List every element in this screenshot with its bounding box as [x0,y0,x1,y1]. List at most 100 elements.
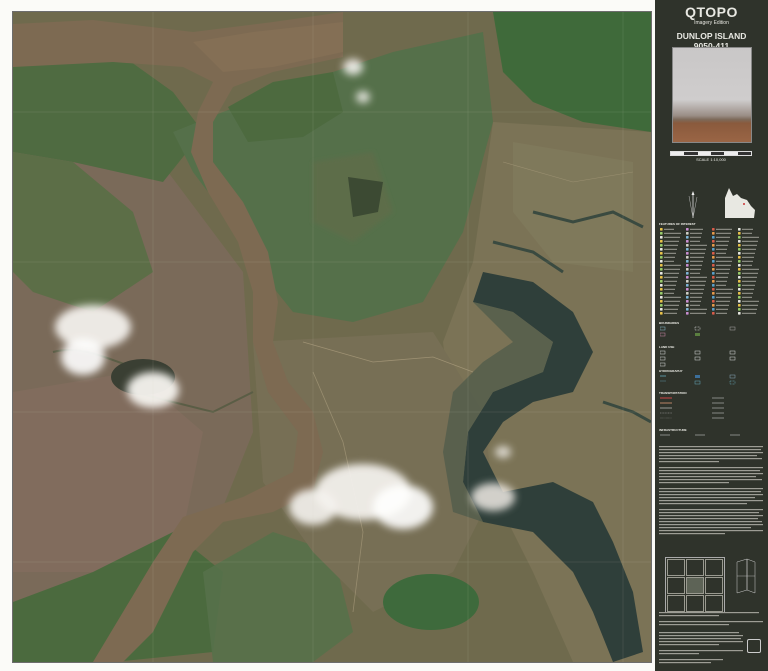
legend-symbol-icon [686,280,689,283]
legend-symbol-icon [738,248,741,251]
legend-symbol-icon [686,232,689,235]
legend-heading-boundaries: BOUNDARIES [659,321,680,325]
legend-symbol-icon [738,312,741,315]
legend-symbol-icon [660,304,663,307]
legend-text-line [664,268,680,270]
legend-symbols-land-use [660,350,736,367]
legend-text-line [664,308,678,310]
legend-text-line [690,244,707,246]
sheet-layout-diagram-icon [736,558,756,594]
legend-text-line [664,280,677,282]
legend-text-line [716,276,728,278]
legend-symbol-icon [660,272,663,275]
legend-text-line [742,288,754,290]
legend-symbol-icon [686,276,689,279]
legend-symbol-icon [738,292,741,295]
legend-text-line [664,256,675,258]
legend-symbol-icon [686,304,689,307]
legend-symbol-icon [738,304,741,307]
map-sheet: QTOPO Imagery Edition DUNLOP ISLAND 9050… [0,0,768,671]
legend-symbols-boundaries [660,326,736,337]
adjoining-sheets-index [665,557,725,613]
legend-text-line [690,256,704,258]
legend-text-line [716,308,728,310]
legend-symbol-icon [660,240,663,243]
legend-symbol-icon [660,296,663,299]
legend-symbol-icon [660,260,663,263]
map-legend-panel: QTOPO Imagery Edition DUNLOP ISLAND 9050… [655,0,768,671]
legend-text-line [690,308,707,310]
legend-text-line [742,236,759,238]
legend-text-line [716,244,728,246]
legend-symbol-icon [712,280,715,283]
legend-text-line [742,240,758,242]
legend-text-line [664,300,680,302]
legend-text-line [690,312,706,314]
legend-text-line [742,256,754,258]
map-image[interactable] [12,11,652,663]
legend-symbol-icon [660,228,663,231]
legend-text-line [664,288,675,290]
legend-text-line [742,300,759,302]
legend-symbol-icon [686,244,689,247]
legend-symbol-icon [738,232,741,235]
legend-symbol-icon [738,228,741,231]
legend-text-line [742,248,756,250]
legend-symbol-icon [712,276,715,279]
legend-symbol-icon [660,288,663,291]
edition-label: Imagery Edition [694,20,729,26]
legend-symbol-icon [738,284,741,287]
legend-text-line [716,300,730,302]
legend-symbol-icon [660,232,663,235]
government-crest-icon [747,639,761,653]
legend-text-line [716,288,733,290]
legend-symbol-icon [712,308,715,311]
legend-symbol-icon [686,260,689,263]
legend-text-line [742,272,758,274]
legend-text-line [742,276,757,278]
legend-text-line [690,240,700,242]
legend-text-line [742,304,758,306]
legend-text-line [664,312,677,314]
legend-text-line [716,252,726,254]
scale-label: SCALE 1:10,000 [696,157,726,162]
legend-text-line [664,272,679,274]
legend-symbol-icon [712,228,715,231]
legend-text-line [742,284,755,286]
legend-symbol-icon [738,240,741,243]
legend-text-line [690,292,703,294]
legend-text-line [664,260,674,262]
legend-symbol-icon [738,256,741,259]
legend-symbol-icon [712,284,715,287]
legend-text-line [690,248,706,250]
legend-symbol-icon [712,264,715,267]
legend-text-line [716,296,731,298]
legend-symbol-icon [712,300,715,303]
legend-text-line [664,240,679,242]
legend-text-line [664,244,678,246]
legend-text-line [690,276,707,278]
legend-symbol-icon [686,264,689,267]
legend-symbol-icon [712,296,715,299]
legend-symbol-icon [686,308,689,311]
legend-symbol-icon [660,292,663,295]
legend-text-line [716,240,729,242]
legend-symbol-icon [712,252,715,255]
legend-text-line [664,248,677,250]
legend-symbol-icon [660,248,663,251]
legend-symbol-icon [660,308,663,311]
legend-text-line [742,264,752,266]
legend-text-line [742,244,757,246]
legend-text-line [716,304,729,306]
legend-text-line [716,272,729,274]
legend-text-line [716,264,731,266]
legend-symbol-icon [686,272,689,275]
legend-heading-infrastructure: INFRASTRUCTURE [659,428,687,432]
legend-heading-hydrography: HYDROGRAPHY [659,369,683,373]
legend-symbol-icon [712,292,715,295]
legend-symbols-infrastructure [660,434,740,436]
legend-text-line [664,296,681,298]
legend-symbol-icon [738,276,741,279]
legend-text-line [690,300,701,302]
legend-symbol-icon [660,276,663,279]
